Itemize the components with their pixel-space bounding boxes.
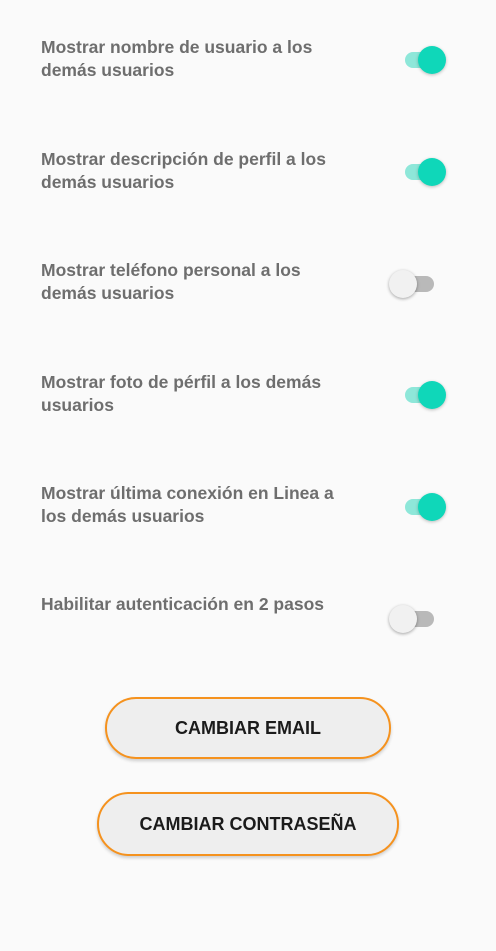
- change-email-button[interactable]: CAMBIAR EMAIL: [105, 697, 391, 759]
- setting-label: Mostrar foto de pérfil a los demás usuar…: [41, 372, 322, 415]
- toggle-thumb: [418, 158, 446, 186]
- toggle-thumb: [418, 46, 446, 74]
- setting-label: Habilitar autenticación en 2 pasos: [41, 594, 324, 614]
- setting-label: Mostrar descripción de perfil a los demá…: [41, 149, 326, 192]
- setting-label: Mostrar teléfono personal a los demás us…: [41, 260, 301, 303]
- setting-label: Mostrar última conexión en Linea a los d…: [41, 483, 334, 526]
- show-profile-description-toggle[interactable]: [394, 156, 446, 188]
- change-password-button[interactable]: CAMBIAR CONTRASEÑA: [97, 792, 399, 856]
- two-factor-auth-toggle[interactable]: [389, 603, 437, 635]
- toggle-thumb: [418, 381, 446, 409]
- show-last-connection-toggle[interactable]: [394, 491, 446, 523]
- show-phone-toggle[interactable]: [389, 268, 437, 300]
- show-username-toggle[interactable]: [394, 44, 446, 76]
- setting-label: Mostrar nombre de usuario a los demás us…: [41, 37, 313, 80]
- toggle-thumb: [389, 270, 417, 298]
- toggle-thumb: [418, 493, 446, 521]
- show-profile-photo-toggle[interactable]: [394, 379, 446, 411]
- toggle-thumb: [389, 605, 417, 633]
